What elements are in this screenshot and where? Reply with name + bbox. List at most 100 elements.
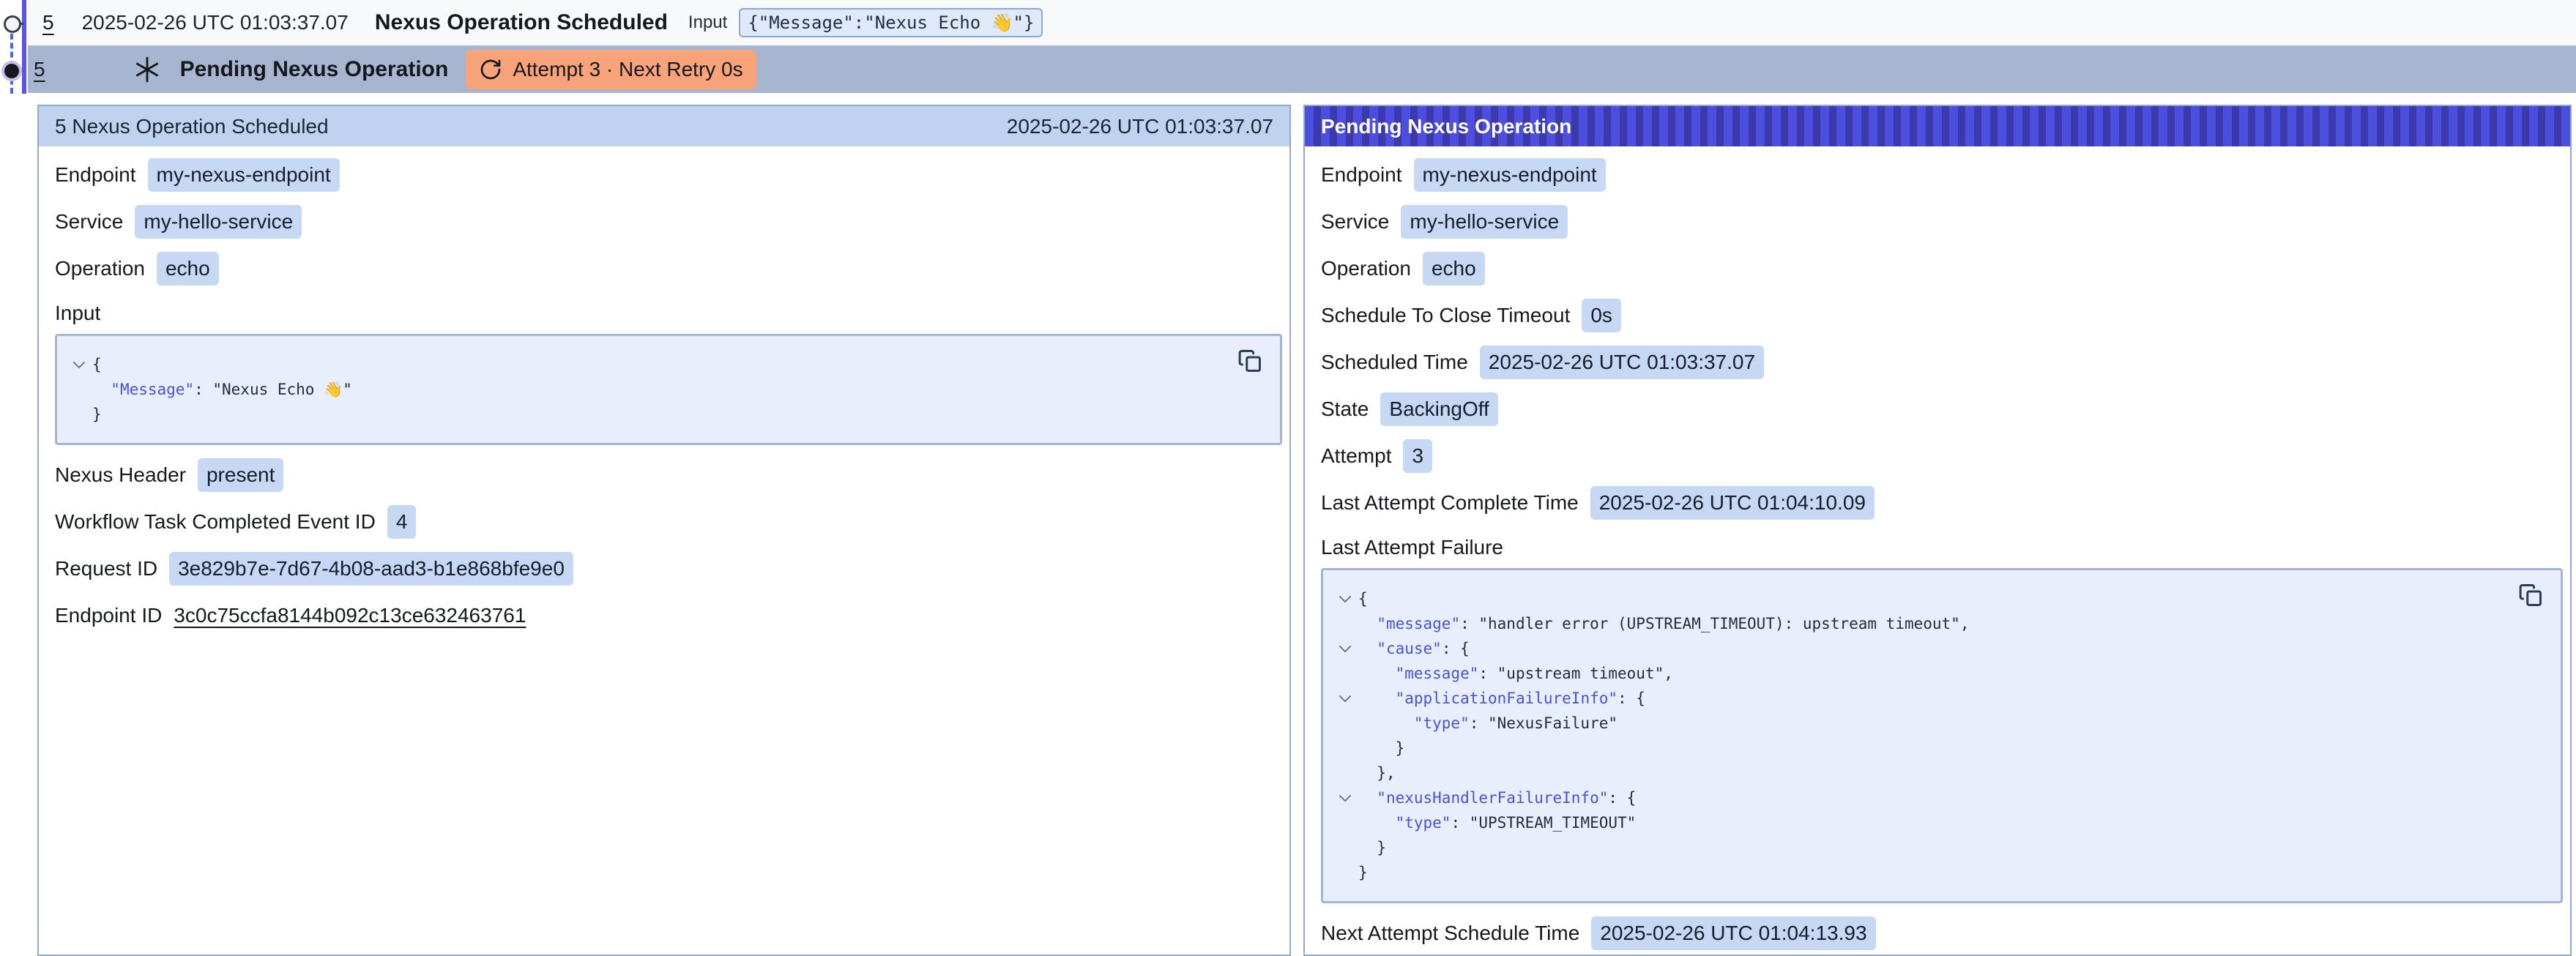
field-row-last-attempt-complete-time: Last Attempt Complete Time2025-02-26 UTC… xyxy=(1321,486,2563,520)
event-id-link[interactable]: 5 xyxy=(42,11,54,34)
field-row-operation: Operationecho xyxy=(55,252,1282,285)
request-id-value-badge: 3e829b7e-7d67-4b08-aad3-b1e868bfe9e0 xyxy=(169,552,573,586)
event-row-nexus-operation-scheduled[interactable]: 5 2025-02-26 UTC 01:03:37.07 Nexus Opera… xyxy=(28,0,2576,45)
json-line: "message": "upstream timeout", xyxy=(1332,661,2514,686)
scheduled-panel-body: Endpointmy-nexus-endpointServicemy-hello… xyxy=(39,146,1289,632)
pending-nexus-operation-row[interactable]: 5 Pending Nexus Operation Attempt 3 · Ne… xyxy=(28,45,2576,93)
last-attempt-failure-copy-button[interactable] xyxy=(2518,580,2547,610)
field-label-operation: Operation xyxy=(1321,257,1411,280)
json-line: "message": "handler error (UPSTREAM_TIME… xyxy=(1332,611,2514,636)
json-gutter xyxy=(1332,711,1358,736)
json-code: { xyxy=(1358,586,1368,611)
json-gutter xyxy=(1332,860,1358,885)
collapse-chevron-icon[interactable] xyxy=(1332,586,1358,611)
event-input-label: Input xyxy=(688,12,727,33)
timeline-tick xyxy=(21,23,23,25)
field-row-state: StateBackingOff xyxy=(1321,392,2563,426)
endpoint-value-badge: my-nexus-endpoint xyxy=(1414,158,1606,192)
json-line: "type": "UPSTREAM_TIMEOUT" xyxy=(1332,810,2514,835)
service-value-badge: my-hello-service xyxy=(1401,205,1568,239)
json-line: "applicationFailureInfo": { xyxy=(1332,686,2514,711)
workflow-event-history-view: 5 2025-02-26 UTC 01:03:37.07 Nexus Opera… xyxy=(0,0,2576,956)
copy-icon xyxy=(2518,583,2543,608)
json-code: "message": "handler error (UPSTREAM_TIME… xyxy=(1358,611,1969,636)
next-attempt-schedule-time-value-badge: 2025-02-26 UTC 01:04:13.93 xyxy=(1591,916,1875,950)
json-code: "type": "NexusFailure" xyxy=(1358,711,1618,736)
last-attempt-complete-time-value-badge: 2025-02-26 UTC 01:04:10.09 xyxy=(1590,486,1875,520)
field-row-schedule-to-close-timeout: Schedule To Close Timeout0s xyxy=(1321,299,2563,332)
input-json-viewer: { "Message": "Nexus Echo 👋"} xyxy=(55,334,1282,445)
timeline-line xyxy=(22,0,26,94)
json-line: }, xyxy=(1332,761,2514,785)
json-gutter xyxy=(1332,611,1358,636)
json-line: "Message": "Nexus Echo 👋" xyxy=(66,377,1233,402)
endpoint-id-link[interactable]: 3c0c75ccfa8144b092c13ce632463761 xyxy=(174,604,526,627)
json-gutter xyxy=(1332,810,1358,835)
json-gutter xyxy=(1332,761,1358,785)
attempt-retry-text: Attempt 3 · Next Retry 0s xyxy=(513,58,742,81)
json-code: }, xyxy=(1358,761,1396,785)
field-label-endpoint-id: Endpoint ID xyxy=(55,604,162,627)
last-attempt-failure-json-viewer: { "message": "handler error (UPSTREAM_TI… xyxy=(1321,568,2563,903)
field-label-service: Service xyxy=(1321,210,1389,234)
retry-icon xyxy=(479,58,502,81)
scheduled-event-detail-panel: 5 Nexus Operation Scheduled 2025-02-26 U… xyxy=(37,105,1291,956)
field-label-next-attempt-schedule-time: Next Attempt Schedule Time xyxy=(1321,922,1579,945)
scheduled-panel-title: 5 Nexus Operation Scheduled xyxy=(55,115,329,138)
json-line: "nexusHandlerFailureInfo": { xyxy=(1332,785,2514,810)
json-line: } xyxy=(1332,860,2514,885)
event-input-preview-chip: {"Message":"Nexus Echo 👋"} xyxy=(739,8,1043,37)
json-code: "type": "UPSTREAM_TIMEOUT" xyxy=(1358,810,1636,835)
field-label-last-attempt-failure: Last Attempt Failure xyxy=(1321,536,1503,559)
attempt-retry-badge: Attempt 3 · Next Retry 0s xyxy=(466,50,756,89)
field-row-service: Service my-hello-service xyxy=(1321,205,2563,239)
event-title: Nexus Operation Scheduled xyxy=(375,10,668,35)
copy-icon xyxy=(1237,348,1262,373)
field-row-service: Service my-hello-service xyxy=(55,205,1282,239)
event-timestamp: 2025-02-26 UTC 01:03:37.07 xyxy=(82,11,349,34)
json-gutter xyxy=(1332,736,1358,761)
pending-panel-body: Endpoint my-nexus-endpoint Service my-hello… xyxy=(1305,146,2570,950)
json-line: } xyxy=(1332,835,2514,860)
json-code: } xyxy=(1358,835,1386,860)
json-code: "cause": { xyxy=(1358,636,1470,661)
pending-operation-title: Pending Nexus Operation xyxy=(180,57,449,82)
json-code: "Message": "Nexus Echo 👋" xyxy=(92,377,352,402)
field-row-workflow-task-completed-event-id: Workflow Task Completed Event ID4 xyxy=(55,505,1282,539)
field-row-endpoint-id: Endpoint ID 3c0c75ccfa8144b092c13ce632463… xyxy=(55,599,1282,632)
json-code: } xyxy=(92,402,102,427)
event-detail-panels: 5 Nexus Operation Scheduled 2025-02-26 U… xyxy=(37,105,2576,956)
operation-value-badge: echo xyxy=(1423,252,1485,285)
field-row-scheduled-time: Scheduled Time2025-02-26 UTC 01:03:37.07 xyxy=(1321,346,2563,379)
pending-operation-detail-panel: Pending Nexus Operation Endpoint my-nexus… xyxy=(1303,105,2572,956)
collapse-chevron-icon[interactable] xyxy=(1332,686,1358,711)
service-value-badge: my-hello-service xyxy=(135,205,302,239)
input-copy-button[interactable] xyxy=(1237,346,1267,376)
pending-event-id-link[interactable]: 5 xyxy=(34,58,45,81)
json-line: } xyxy=(66,402,1233,427)
timeline-current-dot xyxy=(4,64,19,78)
workflow-task-completed-event-id-value-badge: 4 xyxy=(387,505,417,539)
field-row-input: Input xyxy=(55,299,1282,328)
field-row-attempt: Attempt3 xyxy=(1321,439,2563,473)
field-label-nexus-header: Nexus Header xyxy=(55,463,186,487)
json-code: "applicationFailureInfo": { xyxy=(1358,686,1645,711)
field-label-operation: Operation xyxy=(55,257,145,280)
collapse-chevron-icon[interactable] xyxy=(66,352,92,377)
field-row-last-attempt-failure: Last Attempt Failure xyxy=(1321,533,2563,562)
state-value-badge: BackingOff xyxy=(1380,392,1497,426)
json-gutter xyxy=(1332,661,1358,686)
field-label-endpoint: Endpoint xyxy=(1321,163,1402,187)
field-label-service: Service xyxy=(55,210,123,234)
timeline-open-circle xyxy=(4,15,21,33)
pending-panel-title: Pending Nexus Operation xyxy=(1321,115,1571,138)
field-label-scheduled-time: Scheduled Time xyxy=(1321,351,1468,374)
collapse-chevron-icon[interactable] xyxy=(1332,636,1358,661)
json-code: "nexusHandlerFailureInfo": { xyxy=(1358,785,1636,810)
json-gutter xyxy=(1332,835,1358,860)
collapse-chevron-icon[interactable] xyxy=(1332,785,1358,810)
field-label-schedule-to-close-timeout: Schedule To Close Timeout xyxy=(1321,304,1570,327)
json-line: "type": "NexusFailure" xyxy=(1332,711,2514,736)
json-line: { xyxy=(66,352,1233,377)
json-gutter xyxy=(66,402,92,427)
